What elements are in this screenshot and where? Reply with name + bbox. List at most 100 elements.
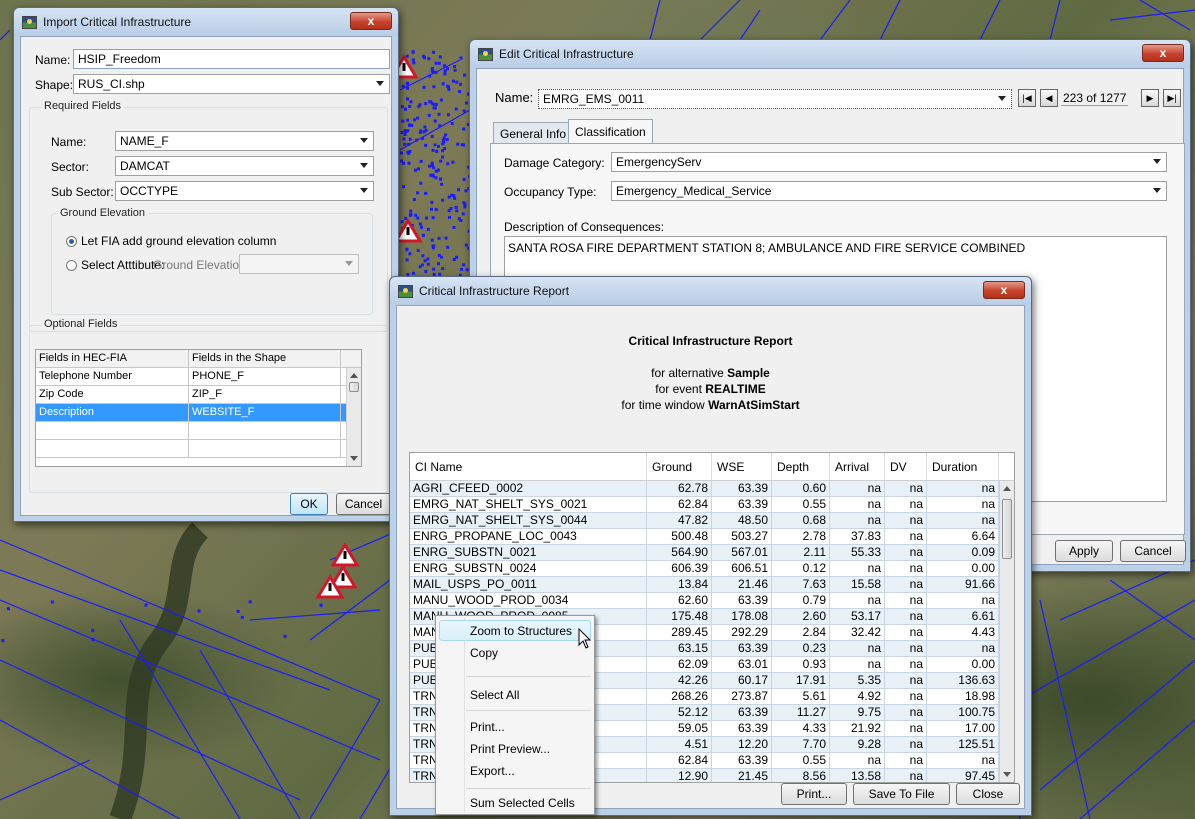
report-scrollbar[interactable]: [999, 481, 1014, 782]
damage-category-select[interactable]: EmergencyServ: [611, 152, 1167, 172]
cancel-button[interactable]: Cancel: [336, 493, 391, 515]
table-cell[interactable]: WEBSITE_F: [189, 404, 341, 421]
value-cell[interactable]: 500.48: [647, 529, 712, 544]
value-cell[interactable]: 18.98: [927, 689, 999, 704]
value-cell[interactable]: 6.61: [927, 609, 999, 624]
value-cell[interactable]: na: [885, 625, 927, 640]
value-cell[interactable]: 62.84: [647, 497, 712, 512]
value-cell[interactable]: na: [885, 561, 927, 576]
optional-fields-table[interactable]: Fields in HEC-FIA Fields in the Shape Te…: [35, 349, 362, 467]
value-cell[interactable]: 17.00: [927, 721, 999, 736]
column-header[interactable]: Fields in the Shape: [189, 350, 341, 367]
value-cell[interactable]: 63.15: [647, 641, 712, 656]
value-cell[interactable]: 606.39: [647, 561, 712, 576]
value-cell[interactable]: 2.84: [772, 625, 830, 640]
table-cell[interactable]: [189, 422, 341, 439]
value-cell[interactable]: na: [885, 689, 927, 704]
shape-select[interactable]: RUS_CI.shp: [73, 74, 390, 94]
value-cell[interactable]: 59.05: [647, 721, 712, 736]
table-row[interactable]: MAIL_USPS_PO_0011 13.84 21.46 7.63 15.58 na 91…: [410, 577, 1014, 593]
value-cell[interactable]: 13.58: [830, 769, 885, 782]
table-cell[interactable]: [36, 422, 189, 439]
table-cell[interactable]: [189, 440, 341, 457]
req-name-select[interactable]: NAME_F: [115, 131, 374, 151]
close-button[interactable]: x: [1142, 44, 1184, 62]
value-cell[interactable]: 42.26: [647, 673, 712, 688]
subsector-select[interactable]: OCCTYPE: [115, 181, 374, 201]
menu-item-export[interactable]: Export...: [470, 764, 515, 778]
value-cell[interactable]: 91.66: [927, 577, 999, 592]
table-cell[interactable]: Zip Code: [36, 386, 189, 403]
value-cell[interactable]: na: [885, 769, 927, 782]
value-cell[interactable]: 0.60: [772, 481, 830, 496]
value-cell[interactable]: 5.35: [830, 673, 885, 688]
column-header[interactable]: Fields in HEC-FIA: [36, 350, 189, 367]
scroll-thumb[interactable]: [349, 382, 359, 392]
value-cell[interactable]: 0.12: [772, 561, 830, 576]
table-row[interactable]: ENRG_SUBSTN_0021 564.90 567.01 2.11 55.33 na 0…: [410, 545, 1014, 561]
value-cell[interactable]: 7.63: [772, 577, 830, 592]
value-cell[interactable]: na: [927, 593, 999, 608]
ci-name-cell[interactable]: MAIL_USPS_PO_0011: [410, 577, 647, 592]
value-cell[interactable]: 12.90: [647, 769, 712, 782]
value-cell[interactable]: na: [927, 497, 999, 512]
tab-classification[interactable]: Classification: [568, 119, 653, 144]
value-cell[interactable]: 21.92: [830, 721, 885, 736]
value-cell[interactable]: 0.23: [772, 641, 830, 656]
value-cell[interactable]: 7.70: [772, 737, 830, 752]
previous-record-button[interactable]: ◀: [1040, 89, 1058, 107]
menu-item-select-all[interactable]: Select All: [470, 688, 519, 702]
value-cell[interactable]: na: [885, 513, 927, 528]
scroll-down-icon[interactable]: [350, 456, 358, 461]
value-cell[interactable]: 292.29: [712, 625, 772, 640]
value-cell[interactable]: na: [830, 657, 885, 672]
value-cell[interactable]: 0.55: [772, 497, 830, 512]
table-row[interactable]: [36, 422, 361, 440]
value-cell[interactable]: na: [885, 545, 927, 560]
table-row[interactable]: EMRG_NAT_SHELT_SYS_0044 47.82 48.50 0.68 na n…: [410, 513, 1014, 529]
value-cell[interactable]: 97.45: [927, 769, 999, 782]
menu-item-sum-selected-cells[interactable]: Sum Selected Cells: [470, 796, 575, 810]
cancel-button[interactable]: Cancel: [1120, 540, 1186, 562]
value-cell[interactable]: 0.79: [772, 593, 830, 608]
scroll-thumb[interactable]: [1002, 499, 1012, 559]
value-cell[interactable]: na: [885, 481, 927, 496]
ci-name-cell[interactable]: EMRG_NAT_SHELT_SYS_0021: [410, 497, 647, 512]
radio-fia-button[interactable]: [66, 236, 77, 247]
value-cell[interactable]: na: [885, 673, 927, 688]
warning-icon[interactable]: [330, 542, 360, 567]
ok-button[interactable]: OK: [290, 493, 328, 515]
scroll-up-icon[interactable]: [1003, 486, 1011, 491]
value-cell[interactable]: 37.83: [830, 529, 885, 544]
menu-item-copy[interactable]: Copy: [470, 646, 498, 660]
value-cell[interactable]: na: [885, 529, 927, 544]
close-button[interactable]: x: [350, 12, 392, 30]
table-cell[interactable]: ZIP_F: [189, 386, 341, 403]
value-cell[interactable]: 4.51: [647, 737, 712, 752]
value-cell[interactable]: 100.75: [927, 705, 999, 720]
import-dialog-titlebar[interactable]: Import Critical Infrastructure x: [14, 8, 398, 36]
table-row[interactable]: ENRG_SUBSTN_0024 606.39 606.51 0.12 na na 0.00: [410, 561, 1014, 577]
value-cell[interactable]: 63.39: [712, 497, 772, 512]
value-cell[interactable]: 55.33: [830, 545, 885, 560]
value-cell[interactable]: 289.45: [647, 625, 712, 640]
value-cell[interactable]: 2.78: [772, 529, 830, 544]
table-cell[interactable]: Telephone Number: [36, 368, 189, 385]
table-cell[interactable]: PHONE_F: [189, 368, 341, 385]
value-cell[interactable]: 17.91: [772, 673, 830, 688]
column-header[interactable]: Depth: [772, 453, 830, 480]
value-cell[interactable]: 11.27: [772, 705, 830, 720]
first-record-button[interactable]: |◀: [1018, 89, 1036, 107]
value-cell[interactable]: 0.00: [927, 561, 999, 576]
value-cell[interactable]: na: [885, 657, 927, 672]
value-cell[interactable]: 48.50: [712, 513, 772, 528]
value-cell[interactable]: 564.90: [647, 545, 712, 560]
value-cell[interactable]: 0.93: [772, 657, 830, 672]
column-header[interactable]: WSE: [712, 453, 772, 480]
sector-select[interactable]: DAMCAT: [115, 156, 374, 176]
menu-item-zoom-to-structures[interactable]: Zoom to Structures: [470, 624, 572, 638]
value-cell[interactable]: na: [885, 593, 927, 608]
column-header[interactable]: DV: [885, 453, 927, 480]
ci-name-cell[interactable]: ENRG_SUBSTN_0024: [410, 561, 647, 576]
value-cell[interactable]: 13.84: [647, 577, 712, 592]
